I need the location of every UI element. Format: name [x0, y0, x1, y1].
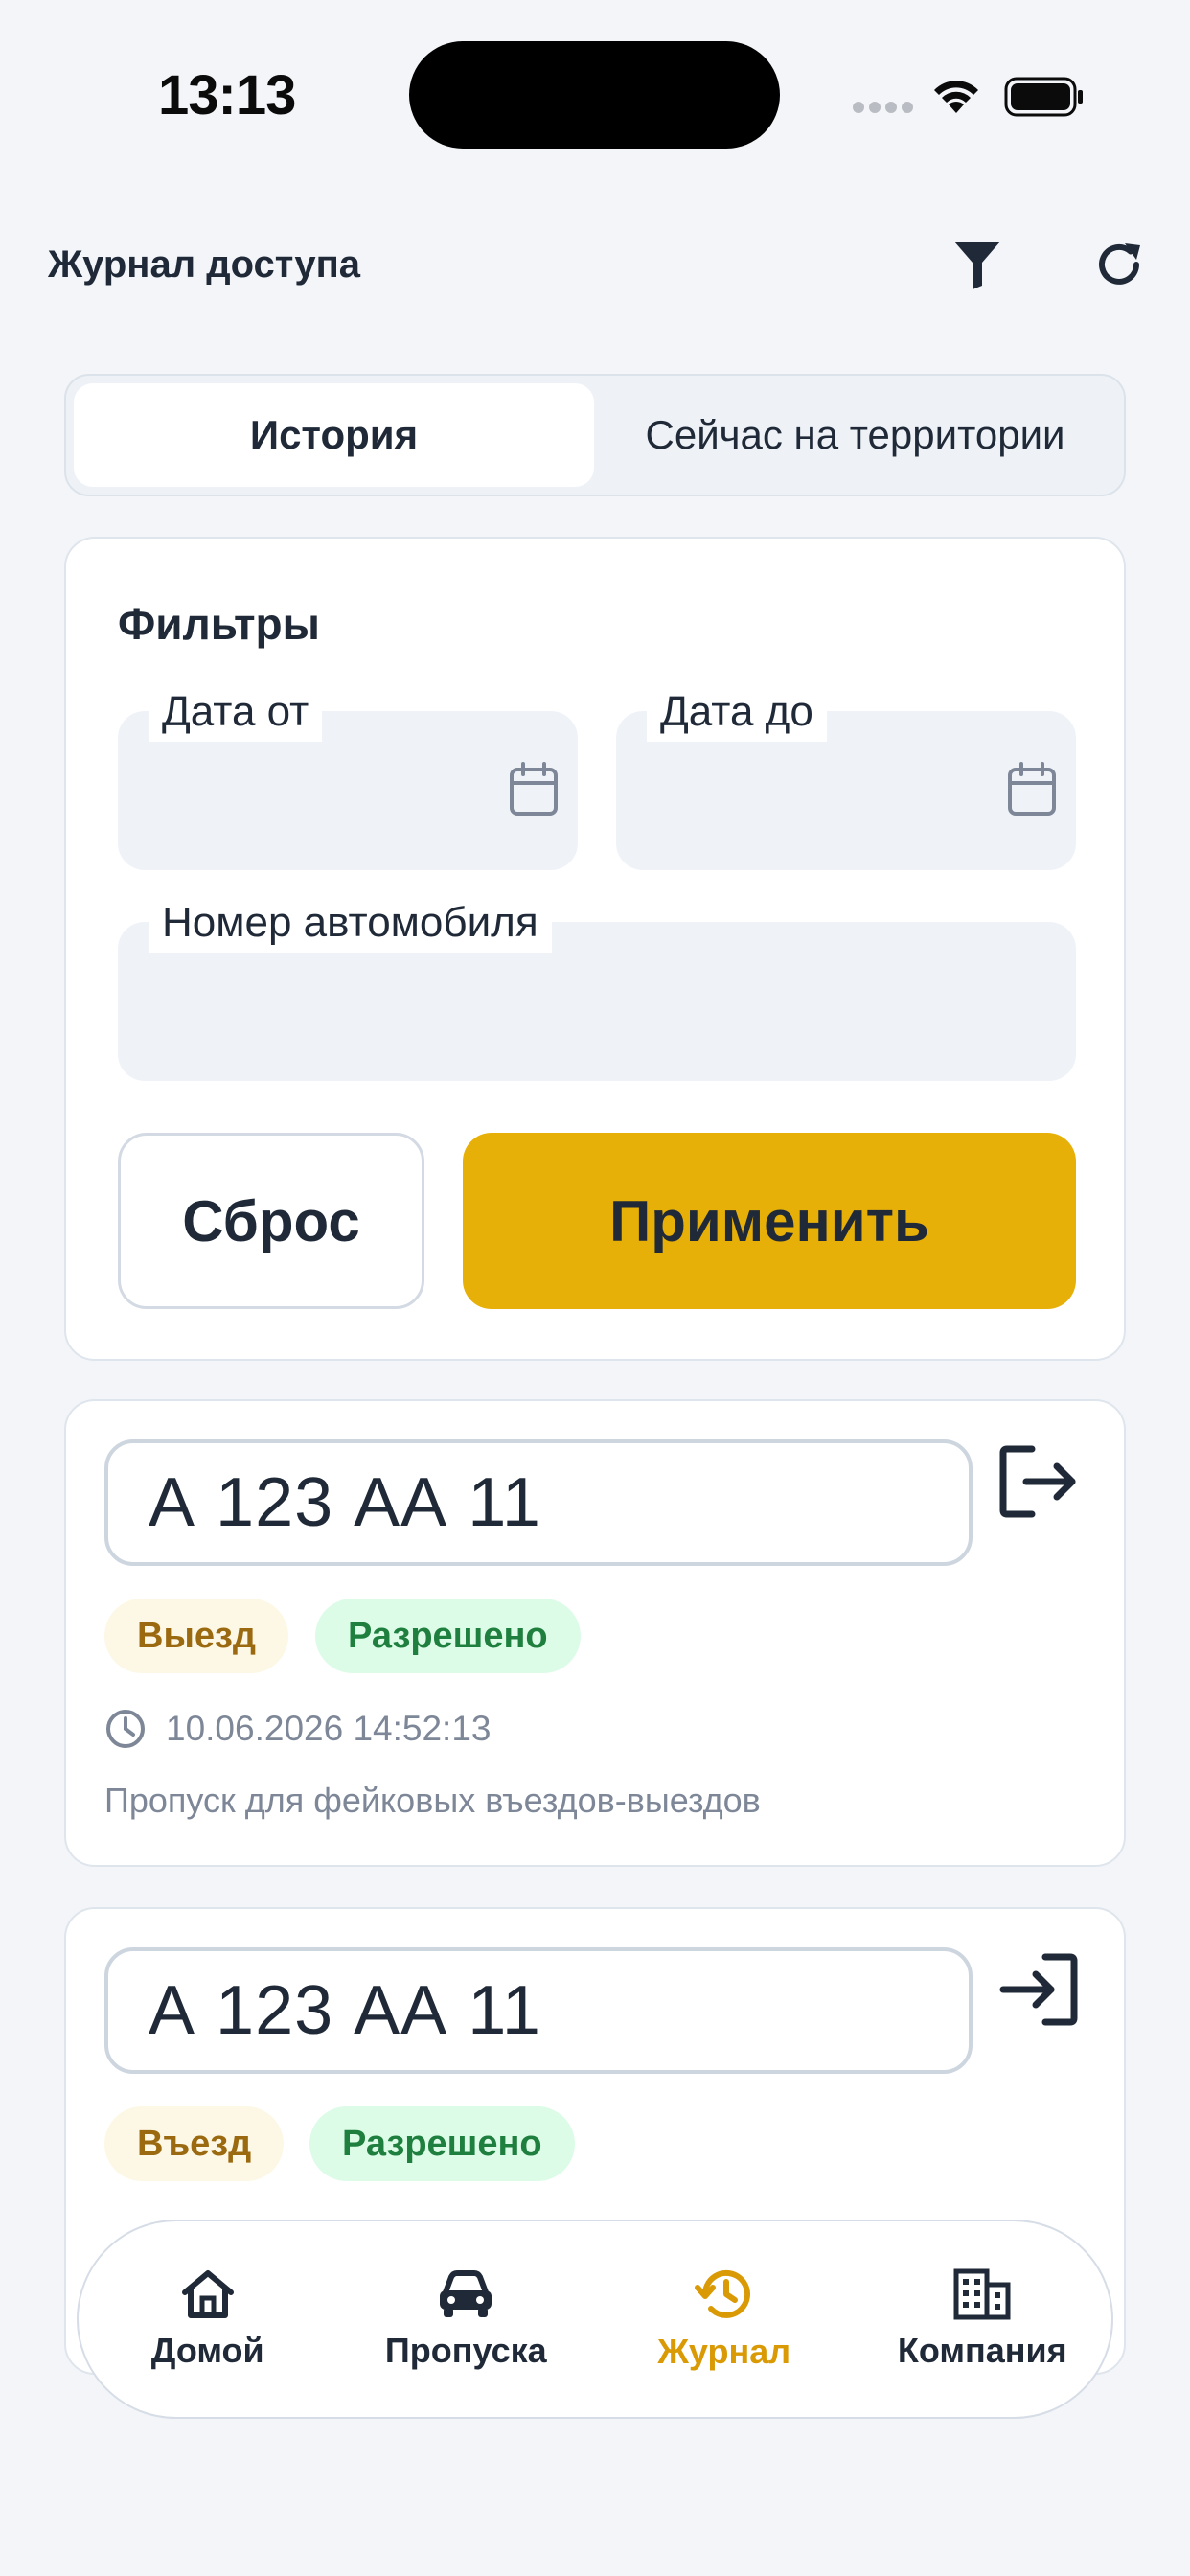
apply-button[interactable]: Применить — [463, 1133, 1076, 1309]
status-badge: Разрешено — [309, 2106, 575, 2181]
login-icon — [999, 1953, 1078, 2026]
status-bar: 13:13 — [0, 0, 1190, 182]
license-plate: А 123 АА 11 — [104, 1947, 973, 2074]
nav-item-company[interactable]: Компания — [854, 2221, 1112, 2417]
date-to-label: Дата до — [647, 682, 827, 742]
app-header: Журнал доступа — [0, 230, 1190, 299]
battery-icon — [1004, 77, 1083, 117]
nav-item-journal[interactable]: Журнал — [595, 2221, 854, 2417]
wifi-icon — [934, 80, 978, 113]
status-badge: Разрешено — [315, 1598, 581, 1673]
car-number-field[interactable]: Номер автомобиля — [118, 893, 1076, 1081]
dynamic-island — [409, 41, 780, 149]
cellular-signal-icon — [853, 102, 913, 113]
license-plate: А 123 АА 11 — [104, 1439, 973, 1566]
tab-on-territory[interactable]: Сейчас на территории — [594, 383, 1116, 487]
calendar-icon[interactable] — [507, 761, 561, 818]
bottom-nav: Домой Пропуска Журнал Компания — [77, 2220, 1113, 2419]
nav-item-home[interactable]: Домой — [79, 2221, 337, 2417]
nav-label-home: Домой — [150, 2331, 264, 2370]
logout-icon — [999, 1445, 1076, 1518]
filter-button[interactable] — [943, 230, 1012, 299]
home-icon — [181, 2270, 234, 2318]
direction-badge: Выезд — [104, 1598, 289, 1673]
entry-description: Пропуск для фейковых въездов-выездов — [104, 1781, 761, 1820]
tabs: История Сейчас на территории — [64, 374, 1126, 496]
clock-icon — [106, 1710, 145, 1748]
nav-label-passes: Пропуска — [384, 2331, 547, 2370]
nav-item-passes[interactable]: Пропуска — [337, 2221, 596, 2417]
date-from-field[interactable]: Дата от — [118, 682, 578, 870]
filter-icon — [954, 242, 1000, 289]
date-to-field[interactable]: Дата до — [616, 682, 1076, 870]
page-title: Журнал доступа — [48, 243, 361, 286]
refresh-icon — [1099, 243, 1140, 285]
tab-history[interactable]: История — [74, 383, 594, 487]
refresh-button[interactable] — [1085, 230, 1154, 299]
reset-button[interactable]: Сброс — [118, 1133, 424, 1309]
status-time: 13:13 — [158, 64, 296, 126]
timestamp: 10.06.2026 14:52:13 — [166, 1709, 492, 1748]
filters-title: Фильтры — [118, 599, 320, 649]
nav-label-company: Компания — [897, 2331, 1067, 2370]
filters-card: Фильтры Дата от Дата до Номер автомобиля… — [64, 537, 1126, 1361]
car-icon — [440, 2270, 492, 2317]
building-icon — [953, 2268, 1011, 2320]
date-from-label: Дата от — [149, 682, 323, 742]
nav-label-journal: Журнал — [657, 2332, 791, 2371]
car-number-label: Номер автомобиля — [149, 893, 552, 953]
log-entry[interactable]: А 123 АА 11 Выезд Разрешено 10.06.2026 1… — [64, 1399, 1126, 1867]
calendar-icon[interactable] — [1005, 761, 1059, 818]
timestamp-row: 10.06.2026 14:52:13 — [104, 1708, 492, 1750]
direction-badge: Въезд — [104, 2106, 285, 2181]
history-icon — [694, 2269, 750, 2318]
